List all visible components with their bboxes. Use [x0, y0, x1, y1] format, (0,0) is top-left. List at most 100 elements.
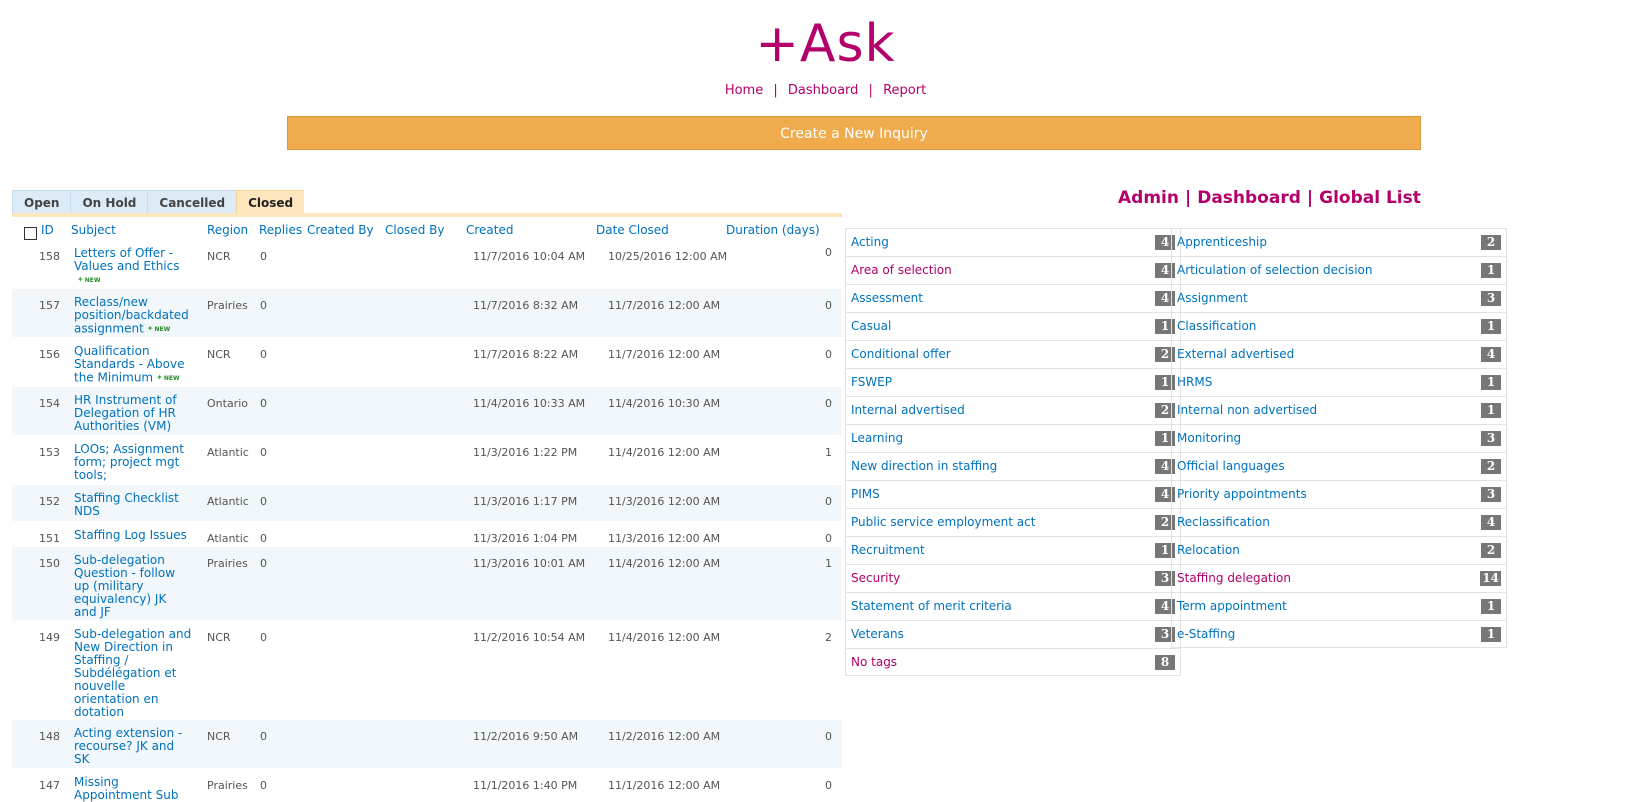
table-row[interactable]: 148 Acting extension - recourse? JK and S…: [12, 720, 842, 769]
tag-row[interactable]: Classification 1: [1171, 312, 1507, 340]
tag-row[interactable]: Internal advertised 2: [845, 396, 1181, 424]
tag-row[interactable]: Reclassification 4: [1171, 508, 1507, 536]
tag-row[interactable]: New direction in staffing 4: [845, 452, 1181, 480]
tag-row[interactable]: Assessment 4: [845, 284, 1181, 312]
tag-name-link[interactable]: PIMS: [851, 487, 880, 501]
col-header-id[interactable]: ID: [41, 223, 54, 237]
tag-name-link[interactable]: Veterans: [851, 627, 904, 641]
tag-row[interactable]: HRMS 1: [1171, 368, 1507, 396]
cell-subject-link[interactable]: Staffing Log Issues: [74, 529, 192, 542]
tag-name-link[interactable]: Reclassification: [1177, 515, 1270, 529]
col-header-replies[interactable]: Replies: [259, 223, 302, 237]
cell-subject-link[interactable]: Reclass/new position/backdated assignmen…: [74, 296, 192, 336]
cell-subject-link[interactable]: Sub-delegation and New Direction in Staf…: [74, 628, 192, 719]
col-header-date-closed[interactable]: Date Closed: [596, 223, 669, 237]
tag-row[interactable]: Casual 1: [845, 312, 1181, 340]
tag-name-link[interactable]: Relocation: [1177, 543, 1240, 557]
tag-name-link[interactable]: Articulation of selection decision: [1177, 263, 1372, 277]
cell-subject-link[interactable]: HR Instrument of Delegation of HR Author…: [74, 394, 192, 433]
tag-row[interactable]: Security 3: [845, 564, 1181, 592]
table-row[interactable]: 152 Staffing Checklist NDS Atlantic 0 11/3/2…: [12, 485, 842, 522]
tag-row[interactable]: No tags 8: [845, 648, 1181, 676]
col-header-created[interactable]: Created: [466, 223, 514, 237]
tag-name-link[interactable]: Monitoring: [1177, 431, 1241, 445]
tag-name-link[interactable]: Learning: [851, 431, 903, 445]
tag-row[interactable]: Official languages 2: [1171, 452, 1507, 480]
tag-row[interactable]: External advertised 4: [1171, 340, 1507, 368]
tag-name-link[interactable]: Staffing delegation: [1177, 571, 1291, 585]
nav-report-link[interactable]: Report: [883, 83, 926, 98]
cell-subject-link[interactable]: LOOs; Assignment form; project mgt tools…: [74, 443, 192, 482]
tag-row[interactable]: Recruitment 1: [845, 536, 1181, 564]
tag-name-link[interactable]: Area of selection: [851, 263, 952, 277]
table-row[interactable]: 153 LOOs; Assignment form; project mgt to…: [12, 436, 842, 485]
tag-row[interactable]: Statement of merit criteria 4: [845, 592, 1181, 620]
table-row[interactable]: 158 Letters of Offer - Values and Ethics✦…: [12, 240, 842, 289]
table-row[interactable]: 156 Qualification Standards - Above the M…: [12, 338, 842, 387]
tag-row[interactable]: Veterans 3: [845, 620, 1181, 648]
tag-name-link[interactable]: Classification: [1177, 319, 1256, 333]
tag-name-link[interactable]: Priority appointments: [1177, 487, 1307, 501]
nav-home-link[interactable]: Home: [725, 83, 763, 98]
cell-subject-link[interactable]: Missing Appointment Sub: [74, 776, 192, 802]
cell-subject-link[interactable]: Qualification Standards - Above the Mini…: [74, 345, 192, 385]
cell-subject-link[interactable]: Letters of Offer - Values and Ethics✦NEW: [74, 247, 192, 287]
tag-name-link[interactable]: Assignment: [1177, 291, 1248, 305]
tag-name-link[interactable]: Security: [851, 571, 900, 585]
cell-subject-link[interactable]: Staffing Checklist NDS: [74, 492, 192, 518]
tag-row[interactable]: Learning 1: [845, 424, 1181, 452]
tag-name-link[interactable]: New direction in staffing: [851, 459, 997, 473]
cell-subject-link[interactable]: Acting extension - recourse? JK and SK: [74, 727, 192, 766]
tag-row[interactable]: Staffing delegation 14: [1171, 564, 1507, 592]
table-row[interactable]: 150 Sub-delegation Question - follow up (…: [12, 547, 842, 621]
tag-row[interactable]: e-Staffing 1: [1171, 620, 1507, 648]
admin-dashboard-link[interactable]: Dashboard: [1197, 188, 1301, 208]
tag-row[interactable]: FSWEP 1: [845, 368, 1181, 396]
nav-dashboard-link[interactable]: Dashboard: [788, 83, 859, 98]
table-row[interactable]: 149 Sub-delegation and New Direction in S…: [12, 621, 842, 720]
tag-row[interactable]: Monitoring 3: [1171, 424, 1507, 452]
col-header-created-by[interactable]: Created By: [307, 223, 374, 237]
col-header-subject[interactable]: Subject: [71, 223, 116, 237]
col-header-closed-by[interactable]: Closed By: [385, 223, 444, 237]
tag-name-link[interactable]: Public service employment act: [851, 515, 1035, 529]
tag-row[interactable]: Acting 4: [845, 228, 1181, 256]
create-new-inquiry-button[interactable]: Create a New Inquiry: [287, 116, 1421, 150]
tag-name-link[interactable]: No tags: [851, 655, 897, 669]
tag-row[interactable]: Relocation 2: [1171, 536, 1507, 564]
global-list-link[interactable]: Global List: [1319, 188, 1421, 208]
col-header-duration[interactable]: Duration (days): [726, 223, 820, 237]
tag-name-link[interactable]: Internal non advertised: [1177, 403, 1317, 417]
tag-name-link[interactable]: Casual: [851, 319, 891, 333]
tag-name-link[interactable]: Term appointment: [1177, 599, 1287, 613]
tag-name-link[interactable]: Assessment: [851, 291, 923, 305]
tag-row[interactable]: Assignment 3: [1171, 284, 1507, 312]
tag-name-link[interactable]: HRMS: [1177, 375, 1212, 389]
tag-name-link[interactable]: Statement of merit criteria: [851, 599, 1012, 613]
tag-name-link[interactable]: Official languages: [1177, 459, 1285, 473]
admin-link[interactable]: Admin: [1118, 188, 1179, 208]
tag-row[interactable]: PIMS 4: [845, 480, 1181, 508]
table-row[interactable]: 151 Staffing Log Issues Atlantic 0 11/3/2016…: [12, 522, 842, 547]
tag-name-link[interactable]: Acting: [851, 235, 889, 249]
col-header-region[interactable]: Region: [207, 223, 248, 237]
table-row[interactable]: 154 HR Instrument of Delegation of HR Aut…: [12, 387, 842, 436]
tag-name-link[interactable]: Conditional offer: [851, 347, 951, 361]
tag-name-link[interactable]: e-Staffing: [1177, 627, 1235, 641]
tag-name-link[interactable]: External advertised: [1177, 347, 1294, 361]
tag-row[interactable]: Public service employment act 2: [845, 508, 1181, 536]
tag-row[interactable]: Apprenticeship 2: [1171, 228, 1507, 256]
select-all-checkbox[interactable]: [24, 227, 37, 240]
tag-row[interactable]: Articulation of selection decision 1: [1171, 256, 1507, 284]
tag-row[interactable]: Priority appointments 3: [1171, 480, 1507, 508]
table-row[interactable]: 157 Reclass/new position/backdated assign…: [12, 289, 842, 338]
tag-row[interactable]: Internal non advertised 1: [1171, 396, 1507, 424]
tag-row[interactable]: Term appointment 1: [1171, 592, 1507, 620]
tag-name-link[interactable]: Internal advertised: [851, 403, 965, 417]
table-row[interactable]: 147 Missing Appointment Sub Prairies 0 11/1/…: [12, 769, 842, 802]
tag-name-link[interactable]: Recruitment: [851, 543, 925, 557]
tag-name-link[interactable]: Apprenticeship: [1177, 235, 1267, 249]
tag-name-link[interactable]: FSWEP: [851, 375, 892, 389]
tag-row[interactable]: Area of selection 4: [845, 256, 1181, 284]
tag-row[interactable]: Conditional offer 2: [845, 340, 1181, 368]
